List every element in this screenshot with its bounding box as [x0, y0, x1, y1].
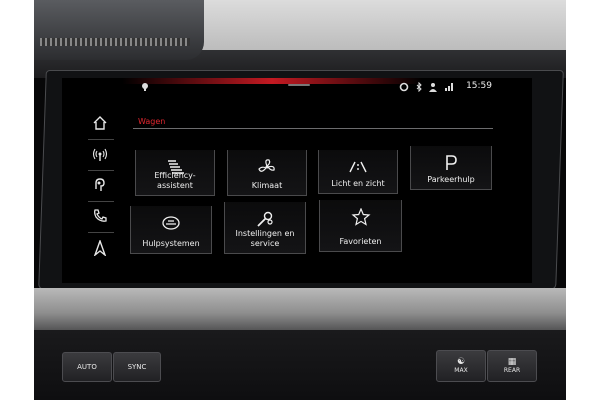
tile-label: Hulpsystemen — [142, 239, 200, 248]
max-label: MAX — [454, 366, 468, 374]
tile-parkeerhulp[interactable]: Parkeerhulp — [410, 146, 492, 190]
tile-label: Licht en zicht — [331, 179, 385, 188]
tile-label: Instellingen en service — [235, 229, 295, 248]
settings-gear-icon — [399, 82, 409, 92]
air-vent — [34, 0, 204, 60]
status-bar: 15:59 — [62, 78, 532, 98]
clock: 15:59 — [466, 81, 492, 91]
star-icon — [350, 207, 372, 226]
sidebar-item-home[interactable] — [84, 108, 116, 138]
section-title: Wagen — [138, 117, 166, 126]
section-divider — [133, 128, 493, 129]
sidebar-item-navigation[interactable] — [84, 233, 116, 263]
user-profile-icon — [428, 82, 438, 92]
sidebar-item-radio[interactable] — [84, 139, 116, 169]
windshield-defrost-icon: ☯ — [456, 356, 466, 367]
assist-systems-icon — [160, 214, 182, 232]
rear-label: REAR — [503, 366, 521, 374]
rear-window-defrost-icon: ▦ — [507, 356, 517, 367]
parking-icon — [440, 154, 462, 172]
radio-icon — [92, 148, 108, 161]
tile-instellingen-en-service[interactable]: Instellingen en service — [224, 202, 306, 254]
signal-strength-icon — [444, 82, 454, 92]
light-icon — [347, 158, 369, 176]
tile-label: Parkeerhulp — [427, 175, 475, 184]
home-icon — [93, 116, 107, 130]
sidebar-item-phone[interactable] — [84, 201, 116, 231]
sidebar — [84, 108, 122, 268]
mic-icon[interactable] — [140, 82, 150, 92]
tile-efficiency-assistent[interactable]: Efficiency- assistent — [135, 150, 215, 196]
fan-icon — [256, 158, 278, 176]
tile-licht-en-zicht[interactable]: Licht en zicht — [318, 150, 398, 194]
settings-wrench-icon — [254, 210, 276, 228]
frame-right — [566, 0, 600, 400]
sync-climate-button[interactable]: SYNC — [113, 352, 161, 382]
frame-left — [0, 0, 34, 400]
tile-klimaat[interactable]: Klimaat — [227, 150, 307, 196]
auto-label: AUTO — [77, 363, 97, 371]
tile-label: Klimaat — [251, 181, 283, 190]
sync-label: SYNC — [127, 363, 147, 371]
sidebar-item-media[interactable] — [84, 170, 116, 200]
rear-defrost-button[interactable]: ▦ REAR — [487, 350, 537, 382]
air-vent-slats — [40, 38, 190, 46]
dashboard-panel — [200, 0, 566, 50]
max-defrost-button[interactable]: ☯ MAX — [436, 350, 486, 382]
auto-climate-button[interactable]: AUTO — [62, 352, 112, 382]
audio-source-icon — [95, 178, 105, 191]
bluetooth-icon — [414, 81, 424, 93]
navigation-icon — [93, 240, 107, 256]
tile-hulpsystemen[interactable]: Hulpsystemen — [130, 206, 212, 254]
phone-icon — [94, 209, 107, 222]
tile-label: Favorieten — [339, 237, 382, 246]
pull-down-handle[interactable] — [288, 84, 310, 86]
tile-favorieten[interactable]: Favorieten — [319, 200, 402, 252]
efficiency-icon — [164, 158, 186, 176]
